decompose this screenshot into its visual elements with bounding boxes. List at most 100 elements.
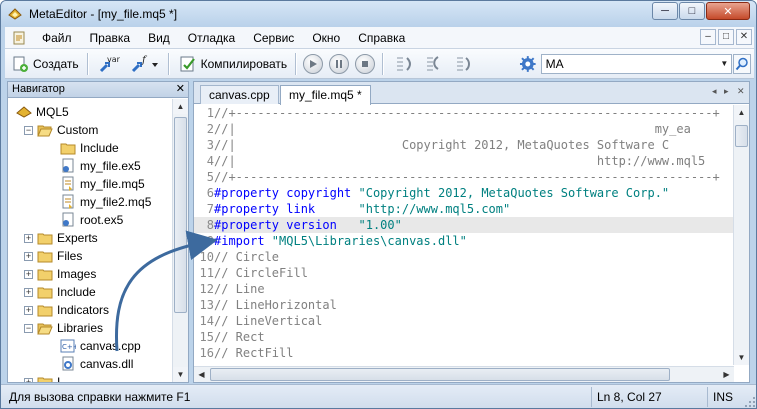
menu-debug[interactable]: Отладка [179,28,244,48]
maximize-button[interactable]: □ [679,2,705,20]
line-number: 6 [206,186,214,200]
tab-scroll-right-icon[interactable]: ▸ [724,86,729,97]
horizontal-scroll-thumb[interactable] [210,368,670,381]
menu-window[interactable]: Окно [303,28,349,48]
search-button[interactable] [733,54,751,74]
scroll-thumb[interactable] [174,117,187,313]
code-line[interactable]: 10// Circle [194,249,734,265]
tab-canvas-cpp[interactable]: canvas.cpp [200,85,279,104]
scroll-up-arrow[interactable]: ▲ [173,99,188,114]
tree-item-label: my_file.ex5 [80,159,141,173]
navigator-close-button[interactable]: ✕ [176,82,185,97]
code-line[interactable]: 13// LineHorizontal [194,297,734,313]
doc-restore-button[interactable]: □ [718,29,734,45]
scroll-left-arrow[interactable]: ◀ [194,367,209,382]
menu-help[interactable]: Справка [349,28,414,48]
tab-close-icon[interactable]: ✕ [737,86,745,97]
menu-edit[interactable]: Правка [81,28,140,48]
code-line[interactable]: 8#property version "1.00" [194,217,734,233]
tree-item[interactable]: − Libraries [24,319,103,337]
code-line[interactable]: 16// RectFill [194,345,734,361]
step-over-button[interactable] [419,52,447,76]
code-comment: //| Copyright 2012, MetaQuotes Software … [214,138,670,152]
code-line[interactable]: 9#import "MQL5\Libraries\canvas.dll" [194,233,734,249]
compile-button[interactable]: Компилировать [175,52,292,76]
gear-icon[interactable] [519,55,537,73]
tree-item[interactable]: my_file2.mq5 [60,193,151,211]
tree-item[interactable]: + Files [24,247,82,265]
pause-icon [336,59,343,68]
code-line[interactable]: 5//+------------------------------------… [194,169,734,185]
tree-item[interactable]: my_file.mq5 [60,175,145,193]
search-dropdown-arrow[interactable]: ▼ [718,56,730,72]
expand-icon[interactable]: + [24,287,33,297]
scroll-down-arrow[interactable]: ▼ [734,350,749,365]
code-line[interactable]: 15// Rect [194,329,734,345]
step-into-button[interactable] [389,52,417,76]
collapse-icon[interactable]: − [24,323,33,333]
code-line[interactable]: 7#property link "http://www.mql5.com" [194,201,734,217]
expand-icon[interactable]: + [24,305,33,315]
tree-item[interactable]: − Custom [24,121,98,139]
tree-item[interactable]: + Experts [24,229,98,247]
expand-icon[interactable]: + [24,269,33,279]
tree-item[interactable]: C++ canvas.cpp [60,337,141,355]
document-icon[interactable] [11,30,27,46]
scroll-right-arrow[interactable]: ▶ [719,367,734,382]
doc-minimize-button[interactable]: – [700,29,716,45]
tree-item[interactable]: canvas.dll [60,355,133,373]
code-line[interactable]: 12// Line [194,281,734,297]
code-line[interactable]: 11// CircleFill [194,265,734,281]
resize-grip-icon[interactable] [744,396,756,408]
tree-item[interactable]: + Include [24,283,96,301]
create-button[interactable]: Создать [7,52,83,76]
navigator-scrollbar[interactable]: ▲ ▼ [172,99,188,382]
play-icon [310,59,318,68]
code-area[interactable]: 1//+------------------------------------… [194,105,734,365]
tab-my-file-mq5[interactable]: my_file.mq5 * [280,85,371,105]
stop-debug-button[interactable] [355,53,376,74]
expand-icon[interactable]: + [24,251,33,261]
ex5-file-icon [60,158,76,174]
expand-icon[interactable]: + [24,233,33,243]
scroll-up-arrow[interactable]: ▲ [734,105,749,120]
minimize-button[interactable]: ─ [652,2,678,20]
scroll-thumb[interactable] [735,125,748,147]
insert-function-button[interactable]: f [126,52,164,76]
collapse-icon[interactable]: − [24,125,33,135]
tree-item[interactable]: my_file.ex5 [60,157,141,175]
line-number: 1 [206,106,214,120]
tree-item[interactable]: MQL5 [16,103,69,121]
code-line[interactable]: 2//| my_ea [194,121,734,137]
menu-view[interactable]: Вид [139,28,179,48]
compile-icon [180,56,195,71]
start-debug-button[interactable] [303,53,324,74]
scroll-down-arrow[interactable]: ▼ [173,367,188,382]
code-editor: canvas.cpp my_file.mq5 * ◂ ▸ ✕ 1//+-----… [193,81,750,383]
editor-horizontal-scrollbar[interactable]: ◀ ▶ [194,366,734,382]
tree-item[interactable]: Include [60,139,119,157]
tree-item-label: I [57,375,61,382]
close-button[interactable]: ✕ [706,2,750,20]
insert-variable-button[interactable]: var [94,52,124,76]
menu-tools[interactable]: Сервис [244,28,303,48]
search-input[interactable]: MA ▼ [540,54,733,74]
tree-item[interactable]: root.ex5 [60,211,123,229]
code-line[interactable]: 4//| http://www.mql5 [194,153,734,169]
code-line[interactable]: 6#property copyright "Copyright 2012, Me… [194,185,734,201]
expand-icon[interactable]: + [24,377,33,382]
doc-close-button[interactable]: ✕ [736,29,752,45]
code-line[interactable]: 3//| Copyright 2012, MetaQuotes Software… [194,137,734,153]
code-line[interactable]: 14// LineVertical [194,313,734,329]
cpp-file-icon: C++ [60,338,76,354]
status-help-text: Для вызова справки нажмите F1 [9,390,191,404]
pause-debug-button[interactable] [329,53,350,74]
tree-item[interactable]: + Indicators [24,301,109,319]
tab-scroll-left-icon[interactable]: ◂ [712,86,717,97]
step-out-button[interactable] [449,52,477,76]
tree-item[interactable]: + I [24,373,60,382]
menu-file[interactable]: Файл [33,28,81,48]
code-line[interactable]: 1//+------------------------------------… [194,105,734,121]
editor-vertical-scrollbar[interactable]: ▲ ▼ [733,105,749,365]
tree-item[interactable]: + Images [24,265,96,283]
